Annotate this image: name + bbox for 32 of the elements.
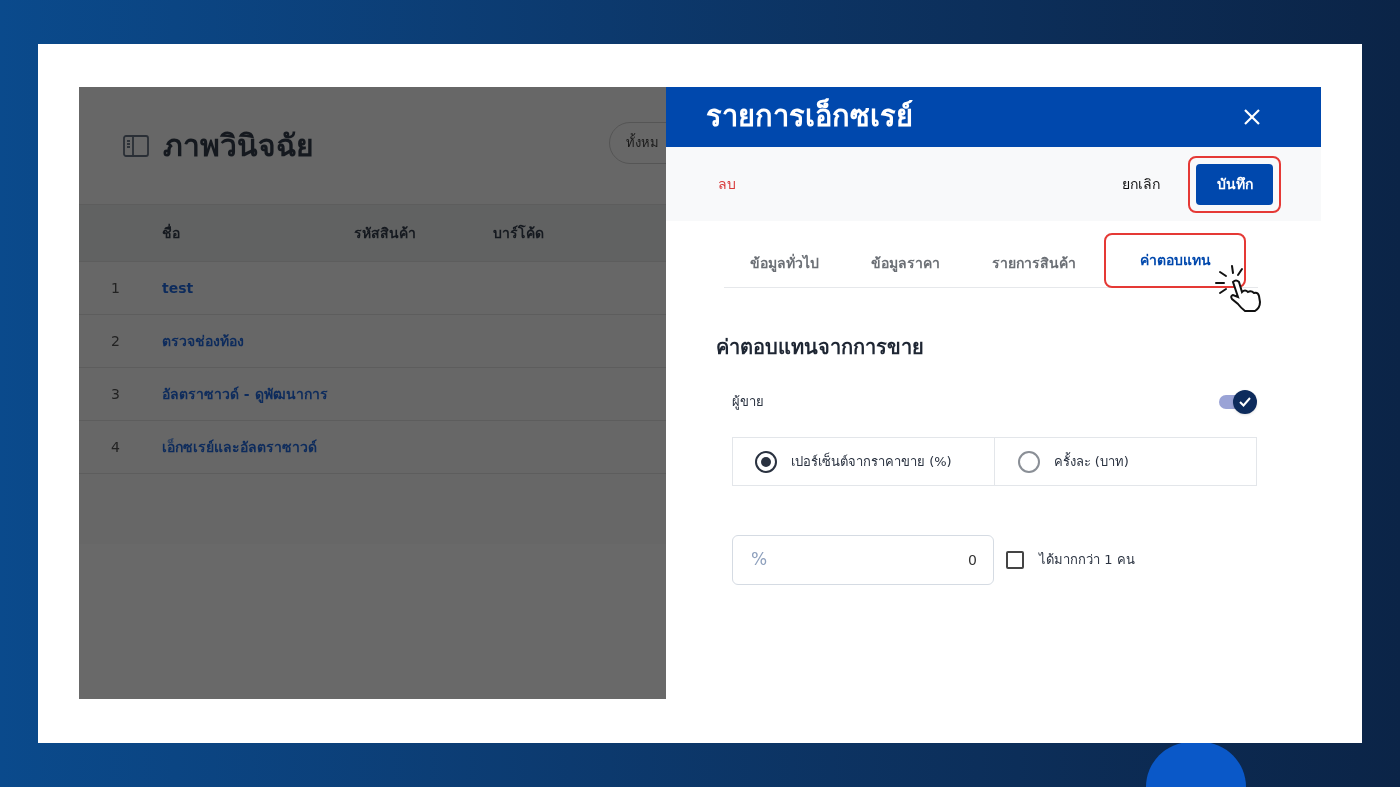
- radio-button[interactable]: [755, 450, 777, 473]
- tab[interactable]: ข้อมูลราคา: [845, 240, 966, 287]
- delete-link[interactable]: ลบ: [718, 173, 736, 195]
- row-number: 3: [111, 386, 120, 402]
- section-title: ค่าตอบแทนจากการขาย: [716, 334, 925, 361]
- page-title: ภาพวินิจฉัย: [163, 127, 314, 165]
- radio-label: เปอร์เซ็นต์จากราคาขาย (%): [791, 451, 952, 471]
- column-header: ชื่อ: [162, 225, 180, 241]
- row-number: 2: [111, 333, 120, 349]
- row-number: 4: [111, 439, 120, 455]
- checkbox-label: ได้มากกว่า 1 คน: [1039, 551, 1135, 570]
- check-icon: [1238, 395, 1252, 409]
- column-header: บาร์โค้ด: [493, 225, 544, 241]
- toggle-switch[interactable]: [1219, 390, 1257, 414]
- input-value: 0: [967, 550, 977, 570]
- sidebar-toggle-icon[interactable]: [123, 133, 149, 158]
- tab[interactable]: ข้อมูลทั่วไป: [724, 240, 845, 287]
- tab[interactable]: ค่าตอบแทน: [1111, 240, 1239, 281]
- save-button[interactable]: บันทึก: [1196, 163, 1273, 205]
- radio-button[interactable]: [1017, 450, 1040, 473]
- checkbox[interactable]: [1006, 551, 1024, 569]
- percent-input-field[interactable]: % 0: [732, 535, 994, 585]
- close-icon[interactable]: [1243, 108, 1261, 126]
- radio-label: ครั้งละ (บาท): [1053, 451, 1129, 471]
- drawer-title: รายการเอ็กซเรย์: [706, 97, 913, 136]
- tab[interactable]: รายการสินค้า: [966, 240, 1102, 287]
- row-number: 1: [111, 280, 120, 296]
- pointer-hand-icon: [1214, 264, 1264, 312]
- column-header: รหัสสินค้า: [354, 225, 416, 241]
- percent-prefix: %: [751, 548, 768, 572]
- cancel-link[interactable]: ยกเลิก: [1122, 173, 1160, 195]
- seller-label: ผู้ขาย: [732, 393, 764, 412]
